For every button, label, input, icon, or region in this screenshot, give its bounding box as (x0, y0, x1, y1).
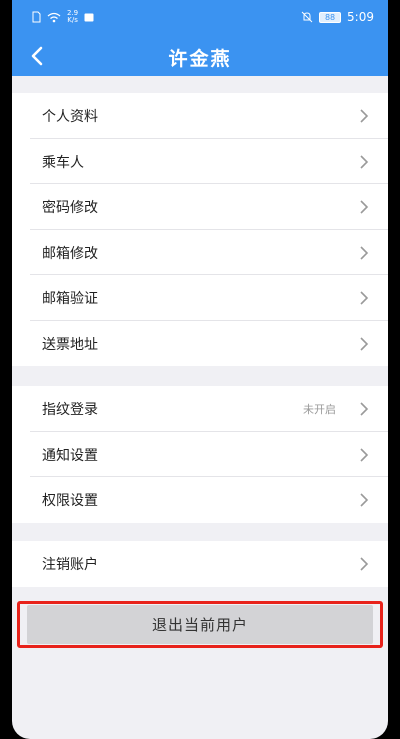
status-right: 88 5:09 (301, 10, 374, 24)
menu-item-notification-settings[interactable]: 通知设置 (30, 432, 388, 477)
menu-item-label: 通知设置 (42, 447, 98, 464)
chevron-right-icon (360, 447, 369, 462)
chevron-right-icon (360, 402, 369, 416)
menu-item-passengers[interactable]: 乘车人 (30, 139, 388, 184)
menu-item-label: 密码修改 (42, 200, 98, 216)
page-title: 许金燕 (168, 48, 232, 70)
menu-item-delete-account[interactable]: 注销账户 (30, 541, 388, 587)
settings-group-security: 指纹登录 未开启 通知设置 权限设置 (12, 386, 388, 523)
wifi-icon (47, 12, 61, 22)
chevron-right-icon (360, 336, 369, 351)
menu-item-label: 邮箱修改 (42, 245, 98, 262)
notification-icon (84, 13, 94, 21)
menu-item-change-password[interactable]: 密码修改 (30, 184, 388, 230)
menu-item-label: 个人资料 (42, 109, 98, 125)
network-speed: 2.9 K/s (67, 10, 78, 24)
chevron-right-icon (360, 291, 369, 305)
menu-item-delivery-address[interactable]: 送票地址 (30, 321, 388, 367)
settings-group-account-deletion: 注销账户 (12, 541, 388, 587)
menu-item-permission-settings[interactable]: 权限设置 (30, 477, 388, 523)
chevron-right-icon (360, 557, 369, 571)
menu-item-label: 权限设置 (42, 493, 98, 509)
sim-icon (32, 11, 41, 23)
menu-item-verify-email[interactable]: 邮箱验证 (30, 275, 388, 321)
menu-item-change-email[interactable]: 邮箱修改 (30, 230, 388, 275)
chevron-right-icon (360, 245, 369, 260)
menu-item-label: 邮箱验证 (42, 291, 98, 307)
clock: 5:09 (347, 10, 374, 24)
menu-item-label: 乘车人 (42, 154, 84, 171)
battery-indicator: 88 (319, 11, 342, 23)
menu-item-label: 指纹登录 (42, 402, 98, 418)
menu-item-label: 送票地址 (42, 336, 98, 353)
chevron-right-icon (360, 200, 369, 214)
settings-group-account: 个人资料 乘车人 密码修改 邮箱修改 邮箱验证 送票地址 (12, 93, 388, 366)
mute-icon (301, 11, 313, 23)
chevron-right-icon (360, 493, 369, 507)
menu-item-profile[interactable]: 个人资料 (30, 93, 388, 139)
status-left: 2.9 K/s (32, 10, 94, 24)
phone-screen: 2.9 K/s 88 5:09 许金燕 个人资料 乘车人 密码修改 邮箱修改 邮… (12, 0, 388, 739)
status-bar: 2.9 K/s 88 5:09 (12, 0, 388, 36)
chevron-right-icon (360, 109, 369, 123)
logout-button[interactable]: 退出当前用户 (27, 605, 373, 644)
chevron-right-icon (360, 154, 369, 169)
app-header: 许金燕 (12, 36, 388, 76)
menu-item-label: 注销账户 (42, 557, 98, 573)
network-speed-unit: K/s (67, 16, 78, 24)
menu-item-fingerprint-login[interactable]: 指纹登录 未开启 (30, 386, 388, 432)
fingerprint-status: 未开启 (303, 403, 336, 416)
